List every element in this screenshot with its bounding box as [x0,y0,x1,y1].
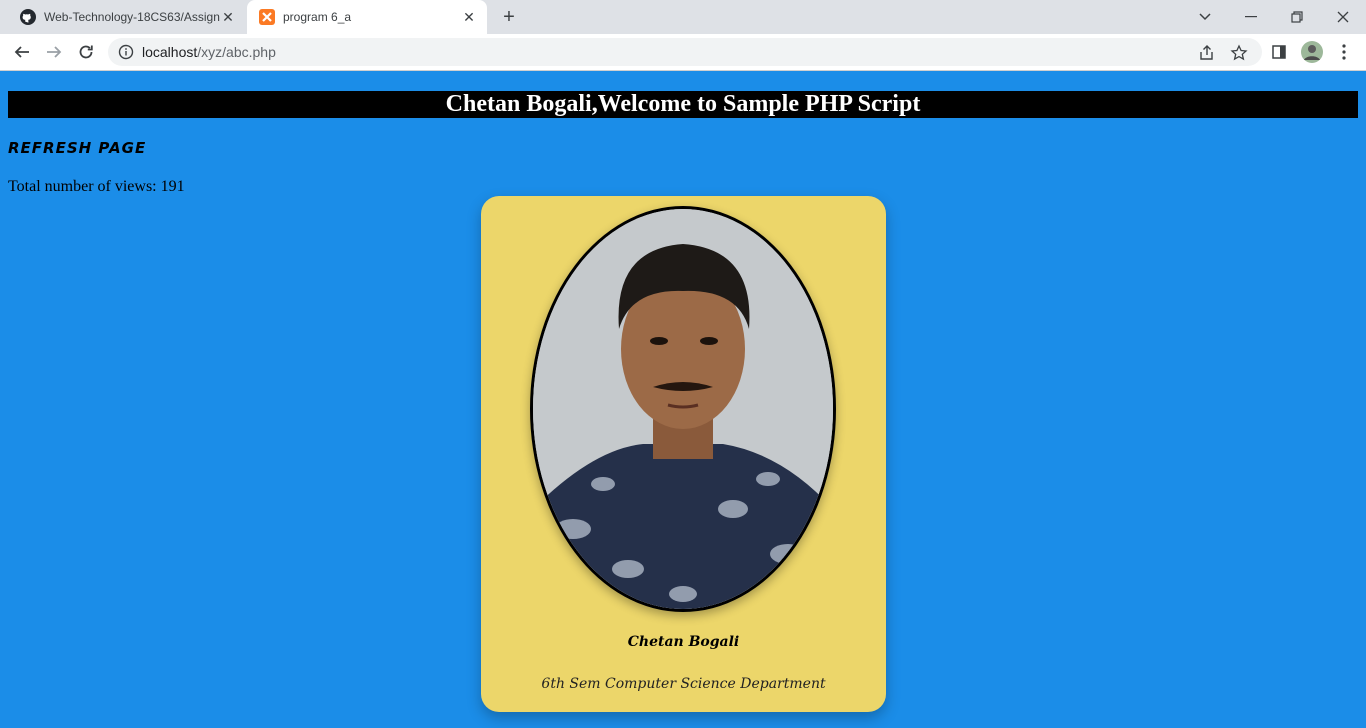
back-button[interactable] [8,38,36,66]
profile-photo [530,206,836,612]
reload-icon [79,45,93,59]
side-panel-button[interactable] [1265,38,1293,66]
refresh-page-link[interactable]: Refresh Page [8,139,146,157]
menu-button[interactable] [1330,38,1358,66]
page-title: Chetan Bogali,Welcome to Sample PHP Scri… [8,91,1358,118]
url-path: /xyz/abc.php [197,44,276,60]
side-panel-icon [1272,45,1286,59]
bookmark-star-icon[interactable] [1230,44,1248,62]
reload-button[interactable] [72,38,100,66]
tab-title: program 6_a [283,10,352,24]
forward-arrow-icon [47,46,62,58]
profile-avatar[interactable] [1298,38,1326,66]
forward-button[interactable] [40,38,68,66]
tab-strip: Web-Technology-18CS63/Assignm ✕ program … [0,0,1366,34]
card-name: Chetan Bogali [627,634,740,650]
view-counter: Total number of views: 191 [8,178,185,195]
tab-github[interactable]: Web-Technology-18CS63/Assignm ✕ [8,0,246,34]
minimize-icon[interactable] [1228,0,1274,34]
github-icon [20,9,36,25]
profile-card: Chetan Bogali 6th Sem Computer Science D… [481,196,886,712]
close-icon[interactable]: ✕ [461,9,477,25]
browser-toolbar: localhost/xyz/abc.php [0,34,1366,71]
tab-title: Web-Technology-18CS63/Assignm [44,10,220,24]
xampp-icon [259,9,275,25]
url-host: localhost [142,44,198,60]
back-arrow-icon [14,46,29,58]
tab-program[interactable]: program 6_a ✕ [247,0,487,34]
new-tab-button[interactable]: + [498,6,520,28]
address-bar[interactable]: localhost/xyz/abc.php [108,38,1262,66]
info-icon[interactable] [118,44,134,60]
card-department: 6th Sem Computer Science Department [541,676,826,692]
tab-search-icon[interactable] [1182,0,1228,34]
kebab-menu-icon [1342,44,1346,60]
url-text: localhost/xyz/abc.php [142,44,276,60]
avatar-icon [1301,41,1323,63]
close-icon[interactable]: ✕ [220,9,236,25]
restore-icon[interactable] [1274,0,1320,34]
share-icon[interactable] [1198,44,1216,62]
close-window-icon[interactable] [1320,0,1366,34]
